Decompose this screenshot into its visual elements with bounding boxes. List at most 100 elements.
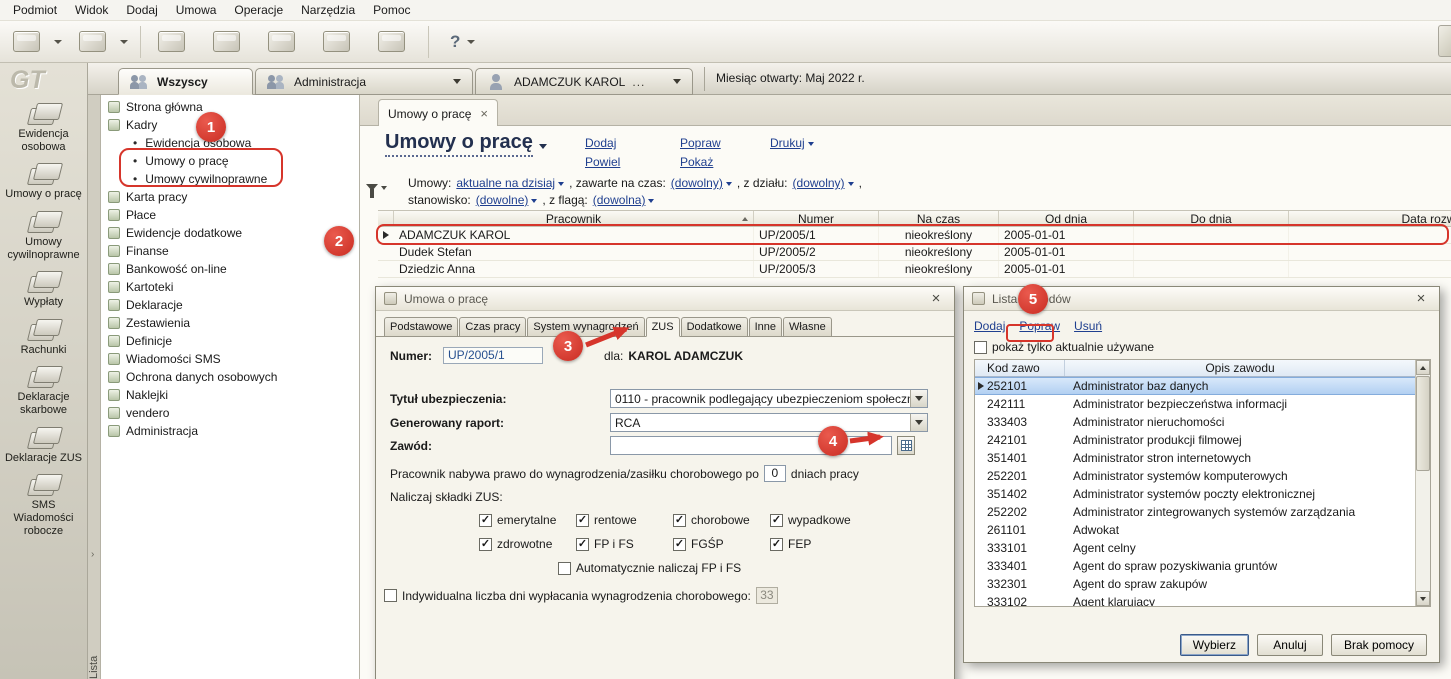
- tree-item[interactable]: vendero: [101, 404, 359, 422]
- profession-row[interactable]: 332301 Agent do spraw zakupów: [975, 575, 1415, 593]
- column-header-pracownik[interactable]: Pracownik: [394, 211, 754, 226]
- tree-item[interactable]: Administracja: [101, 422, 359, 440]
- tree-item[interactable]: Kadry: [101, 116, 359, 134]
- dialog-action-link[interactable]: Usuń: [1074, 319, 1102, 333]
- module-button[interactable]: Deklaracje skarbowe: [0, 364, 88, 416]
- tree-item[interactable]: Strona główna: [101, 98, 359, 116]
- zus-checkbox-item[interactable]: chorobowe: [673, 513, 770, 527]
- checkbox[interactable]: [770, 538, 783, 551]
- zus-checkbox-item[interactable]: FGŚP: [673, 537, 770, 551]
- expand-chevron-icon[interactable]: ›: [91, 550, 94, 560]
- menu-item[interactable]: Dodaj: [117, 0, 166, 20]
- modules-panel-strip[interactable]: Lista modułów › › › › ›: [88, 95, 101, 679]
- page-title[interactable]: Umowy o pracę: [385, 131, 533, 157]
- menu-item[interactable]: Podmiot: [4, 0, 66, 20]
- dialog-titlebar[interactable]: Lista zawodów ×: [964, 287, 1439, 311]
- tree-item[interactable]: Karta pracy: [101, 188, 359, 206]
- contracts-table-header[interactable]: Pracownik Numer Na czas Od dnia Do dnia …: [378, 210, 1451, 227]
- dialog-titlebar[interactable]: Umowa o pracę ×: [376, 287, 954, 311]
- profession-row[interactable]: 351401 Administrator stron internetowych: [975, 449, 1415, 467]
- module-button[interactable]: Ewidencja osobowa: [0, 101, 88, 153]
- filter-umowy-link[interactable]: aktualne na dzisiaj: [456, 176, 564, 190]
- contract-dialog-tab[interactable]: ZUS: [646, 317, 680, 337]
- checkbox[interactable]: [558, 562, 571, 575]
- zus-checkbox-item[interactable]: rentowe: [576, 513, 673, 527]
- tree-item[interactable]: Ewidencja osobowa: [101, 134, 359, 152]
- show-active-filter[interactable]: pokaż tylko aktualnie używane: [974, 340, 1154, 354]
- tree-item[interactable]: Definicje: [101, 332, 359, 350]
- profession-row[interactable]: 333101 Agent celny: [975, 539, 1415, 557]
- column-header-opis[interactable]: Opis zawodu: [1065, 360, 1415, 376]
- filter-stanowisko-link[interactable]: (dowolne): [476, 193, 538, 207]
- documents-icon[interactable]: [263, 26, 311, 58]
- books-icon[interactable]: [373, 26, 429, 58]
- filter-czas-link[interactable]: (dowolny): [671, 176, 732, 190]
- dropdown-caret-icon[interactable]: [453, 79, 461, 84]
- contract-row[interactable]: Dziedzic Anna UP/2005/3 nieokreślony 200…: [378, 261, 1451, 278]
- dialog-button[interactable]: Anuluj: [1257, 634, 1323, 656]
- dialog-button[interactable]: Wybierz: [1180, 634, 1249, 656]
- filter-flaga-link[interactable]: (dowolna): [593, 193, 655, 207]
- eraser-icon[interactable]: [208, 26, 256, 58]
- entity-tab[interactable]: ADAMCZUK KAROL ...: [475, 68, 693, 95]
- sick-days-input[interactable]: 0: [764, 465, 786, 482]
- dropdown-caret-icon[interactable]: [673, 79, 681, 84]
- module-button[interactable]: Deklaracje ZUS: [0, 425, 88, 465]
- menu-item[interactable]: Pomoc: [364, 0, 419, 20]
- dropdown-caret-icon[interactable]: [539, 144, 547, 149]
- profession-row[interactable]: 252202 Administrator zintegrowanych syst…: [975, 503, 1415, 521]
- dropdown-button[interactable]: [910, 390, 927, 407]
- module-button[interactable]: SMS Wiadomości robocze: [0, 472, 88, 537]
- action-link[interactable]: Powiel: [585, 155, 620, 169]
- globe-icon[interactable]: [318, 26, 366, 58]
- module-button[interactable]: Umowy o pracę: [0, 161, 88, 201]
- contract-dialog-tab[interactable]: Dodatkowe: [681, 317, 748, 337]
- checkbox[interactable]: [384, 589, 397, 602]
- dialog-action-link[interactable]: Dodaj: [974, 319, 1005, 333]
- close-icon[interactable]: ×: [926, 290, 946, 307]
- menu-item[interactable]: Operacje: [225, 0, 292, 20]
- scroll-thumb[interactable]: [1416, 376, 1430, 471]
- tree-item[interactable]: Umowy o pracę: [101, 152, 359, 170]
- profession-row[interactable]: 351402 Administrator systemów poczty ele…: [975, 485, 1415, 503]
- action-link[interactable]: Popraw: [680, 136, 721, 150]
- profession-row[interactable]: 242111 Administrator bezpieczeństwa info…: [975, 395, 1415, 413]
- zus-checkbox-item[interactable]: wypadkowe: [770, 513, 867, 527]
- professions-list-header[interactable]: Kod zawo Opis zawodu: [975, 360, 1415, 377]
- module-button[interactable]: Rachunki: [0, 317, 88, 357]
- profession-lookup-button[interactable]: [897, 436, 915, 455]
- close-icon[interactable]: ×: [1411, 290, 1431, 307]
- profession-row[interactable]: 261101 Adwokat: [975, 521, 1415, 539]
- profession-row[interactable]: 333102 Agent klarujący: [975, 593, 1415, 607]
- tree-item[interactable]: Ewidencje dodatkowe: [101, 224, 359, 242]
- scroll-up-button[interactable]: [1416, 360, 1430, 375]
- document-tab[interactable]: Umowy o pracę ×: [378, 99, 498, 127]
- toolbar-overflow-icon[interactable]: [1438, 25, 1451, 57]
- contract-dialog-tab[interactable]: Czas pracy: [459, 317, 526, 337]
- tree-item[interactable]: Bankowość on-line: [101, 260, 359, 278]
- scroll-down-button[interactable]: [1416, 591, 1430, 606]
- scrollbar[interactable]: [1415, 360, 1430, 606]
- tree-item[interactable]: Naklejki: [101, 386, 359, 404]
- menu-item[interactable]: Umowa: [167, 0, 226, 20]
- checkbox[interactable]: [576, 538, 589, 551]
- entity-tab[interactable]: Administracja: [255, 68, 473, 95]
- checkbox[interactable]: [479, 514, 492, 527]
- action-link[interactable]: Drukuj: [770, 136, 814, 150]
- filter-icon[interactable]: [366, 184, 387, 191]
- entity-tab[interactable]: Wszyscy: [118, 68, 253, 95]
- module-button[interactable]: Wypłaty: [0, 269, 88, 309]
- checkbox[interactable]: [770, 514, 783, 527]
- action-link[interactable]: Pokaż: [680, 155, 721, 169]
- dropdown-button[interactable]: [910, 414, 927, 431]
- menu-item[interactable]: Widok: [66, 0, 117, 20]
- contract-row[interactable]: ADAMCZUK KAROL UP/2005/1 nieokreślony 20…: [378, 227, 1451, 244]
- column-header-na-czas[interactable]: Na czas: [879, 211, 999, 226]
- profession-row[interactable]: 242101 Administrator produkcji filmowej: [975, 431, 1415, 449]
- checkbox[interactable]: [673, 538, 686, 551]
- contract-row[interactable]: Dudek Stefan UP/2005/2 nieokreślony 2005…: [378, 244, 1451, 261]
- contract-dialog-tab[interactable]: Własne: [783, 317, 832, 337]
- coins-icon[interactable]: [153, 26, 201, 58]
- mail-envelope-icon[interactable]: [74, 26, 141, 58]
- profession-row[interactable]: 252201 Administrator systemów komputerow…: [975, 467, 1415, 485]
